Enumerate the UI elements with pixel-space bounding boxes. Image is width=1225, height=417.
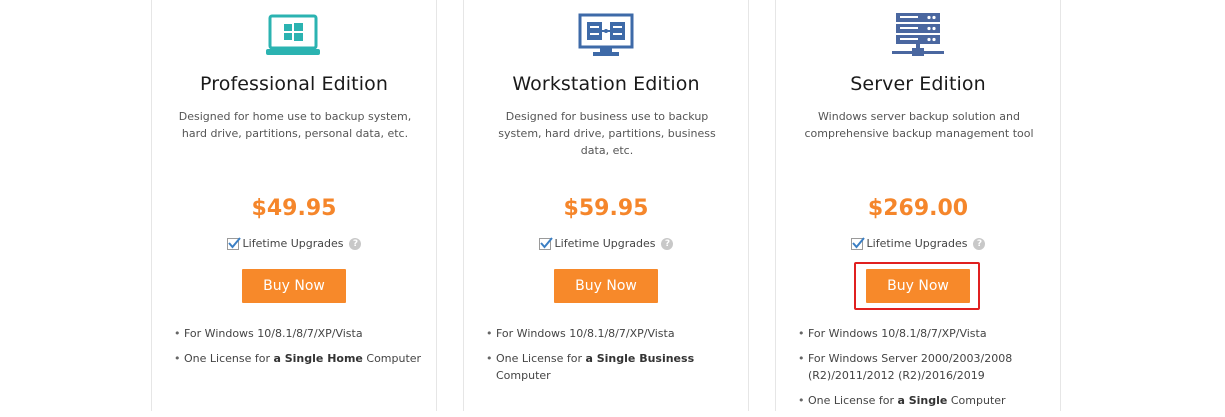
help-icon[interactable]: ? (973, 237, 986, 250)
feature-list: For Windows 10/8.1/8/7/XP/Vista One Lice… (174, 325, 424, 375)
edition-price: $49.95 (251, 196, 337, 221)
lifetime-upgrades-option: Lifetime Upgrades ? (464, 236, 748, 250)
edition-title: Professional Edition (200, 73, 388, 95)
lifetime-upgrades-label[interactable]: Lifetime Upgrades (243, 237, 344, 250)
lifetime-upgrades-option: Lifetime Upgrades ? (152, 236, 436, 250)
checkmark-icon (539, 236, 553, 249)
list-item: For Windows 10/8.1/8/7/XP/Vista (486, 325, 736, 342)
edition-description: Windows server backup solution and compr… (804, 110, 1034, 140)
checkmark-icon (851, 236, 865, 249)
list-item: For Windows 10/8.1/8/7/XP/Vista (174, 325, 424, 342)
lifetime-upgrades-checkbox[interactable] (226, 236, 241, 250)
lifetime-upgrades-label[interactable]: Lifetime Upgrades (555, 237, 656, 250)
buy-now-button[interactable]: Buy Now (866, 269, 970, 303)
edition-title: Server Edition (850, 73, 986, 95)
help-icon[interactable]: ? (349, 237, 362, 250)
lifetime-upgrades-label[interactable]: Lifetime Upgrades (867, 237, 968, 250)
feature-list: For Windows 10/8.1/8/7/XP/Vista For Wind… (798, 325, 1048, 417)
buy-now-button[interactable]: Buy Now (242, 269, 346, 303)
lifetime-upgrades-checkbox[interactable] (538, 236, 553, 250)
list-item: One License for a Single Business Comput… (486, 350, 736, 384)
edition-description: Designed for business use to backup syst… (498, 110, 716, 157)
help-icon[interactable]: ? (661, 237, 674, 250)
monitor-network-icon (464, 12, 748, 60)
list-item: One License for a Single Computer (798, 392, 1048, 409)
list-item: One License for a Single Home Computer (174, 350, 424, 367)
buy-now-button[interactable]: Buy Now (554, 269, 658, 303)
feature-list: For Windows 10/8.1/8/7/XP/Vista One Lice… (486, 325, 736, 392)
server-rack-icon (776, 12, 1060, 60)
edition-price: $59.95 (563, 196, 649, 221)
professional-edition-card: Professional Edition Designed for home u… (151, 0, 437, 411)
lifetime-upgrades-checkbox[interactable] (850, 236, 865, 250)
edition-price: $269.00 (867, 196, 969, 221)
edition-description: Designed for home use to backup system, … (178, 110, 412, 140)
list-item: For Windows Server 2000/2003/2008 (R2)/2… (798, 350, 1048, 384)
checkmark-icon (227, 236, 241, 249)
server-edition-card: Server Edition Windows server backup sol… (775, 0, 1061, 411)
list-item: For Windows 10/8.1/8/7/XP/Vista (798, 325, 1048, 342)
edition-title: Workstation Edition (512, 73, 700, 95)
workstation-edition-card: Workstation Edition Designed for busines… (463, 0, 749, 411)
laptop-windows-icon (152, 12, 436, 60)
lifetime-upgrades-option: Lifetime Upgrades ? (776, 236, 1060, 250)
